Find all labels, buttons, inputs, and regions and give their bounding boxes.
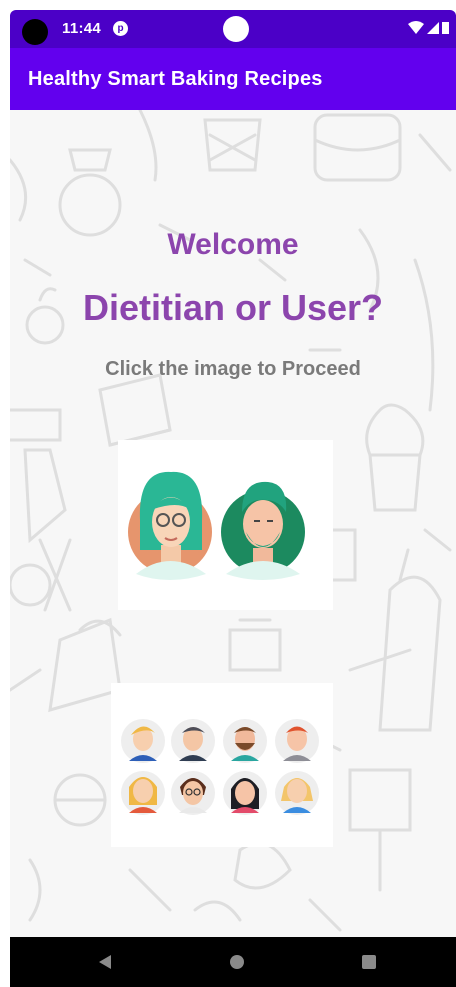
- camera-cutout: [22, 19, 48, 45]
- main-content: Welcome Dietitian or User? Click the ima…: [10, 110, 456, 937]
- user-avatars-image: [121, 719, 319, 815]
- notification-app-icon: p: [113, 21, 128, 36]
- nav-home-button[interactable]: [207, 937, 267, 987]
- nav-back-button[interactable]: [75, 937, 135, 987]
- system-navigation-bar: [10, 937, 456, 987]
- nav-recents-button[interactable]: [339, 937, 399, 987]
- phone-screen: 11:44 p Healthy Smart Baking Recipes Wel…: [10, 10, 456, 987]
- battery-icon: [442, 22, 449, 34]
- dietitian-option-image[interactable]: [118, 440, 333, 610]
- front-sensor: [223, 16, 249, 42]
- user-option-image[interactable]: [111, 683, 333, 847]
- app-bar: Healthy Smart Baking Recipes: [10, 48, 456, 110]
- dietitian-avatars-image: [128, 471, 305, 580]
- recents-icon: [362, 955, 376, 969]
- signal-icon: [427, 22, 439, 34]
- back-icon: [99, 955, 111, 969]
- status-time: 11:44: [62, 20, 102, 37]
- instruction-text: Click the image to Proceed: [105, 358, 361, 380]
- wifi-icon: [408, 21, 424, 34]
- home-icon: [230, 955, 244, 969]
- welcome-text: Welcome: [167, 228, 299, 261]
- role-question-heading: Dietitian or User?: [82, 287, 384, 328]
- status-icons: [408, 21, 450, 35]
- app-title: Healthy Smart Baking Recipes: [28, 68, 323, 90]
- status-bar: 11:44 p: [10, 10, 456, 48]
